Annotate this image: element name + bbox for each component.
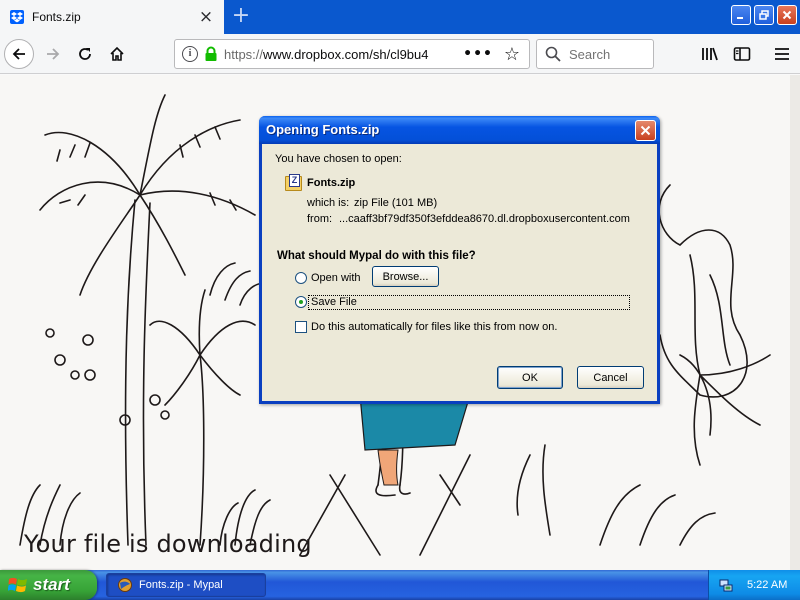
ok-button[interactable]: OK (497, 366, 563, 389)
hamburger-menu-icon (775, 48, 789, 60)
tab-title: Fonts.zip (32, 10, 81, 24)
library-icon (702, 47, 718, 61)
dialog-intro: You have chosen to open: (275, 153, 402, 165)
taskbar-item-label: Fonts.zip - Mypal (139, 579, 223, 591)
library-button[interactable] (700, 44, 720, 64)
forward-button[interactable] (38, 39, 68, 69)
cancel-button[interactable]: Cancel (577, 366, 644, 389)
save-file-label[interactable]: Save File (308, 295, 630, 310)
taskbar: start Fonts.zip - Mypal 5:22 AM (0, 570, 800, 600)
mypal-icon (118, 578, 132, 592)
open-with-radio[interactable] (295, 272, 307, 284)
lock-icon[interactable] (204, 46, 218, 62)
back-arrow-icon (12, 48, 25, 60)
auto-action-label[interactable]: Do this automatically for files like thi… (311, 321, 557, 333)
close-window-button[interactable] (777, 5, 797, 25)
sidebar-button[interactable] (732, 44, 752, 64)
search-icon (545, 46, 561, 62)
home-button[interactable] (102, 39, 132, 69)
menu-button[interactable] (772, 44, 792, 64)
url-bar[interactable]: i https://www.dropbox.com/sh/cl9bu4 ••• … (174, 39, 530, 69)
browse-button[interactable]: Browse... (372, 266, 439, 287)
which-is-label: which is: (307, 197, 350, 209)
home-icon (110, 46, 124, 61)
url-text[interactable]: https://www.dropbox.com/sh/cl9bu4 (224, 47, 464, 62)
tab-fonts-zip[interactable]: Fonts.zip × (0, 0, 224, 34)
dialog-close-button[interactable] (635, 120, 656, 141)
download-heading: Your file is downloading (24, 530, 312, 558)
dialog-titlebar[interactable]: Opening Fonts.zip (259, 116, 660, 144)
start-button[interactable]: start (0, 570, 97, 600)
windows-logo-icon (8, 577, 27, 593)
site-info-icon[interactable]: i (182, 46, 198, 62)
new-tab-button[interactable]: + (228, 4, 254, 30)
start-label: start (33, 575, 70, 594)
auto-action-checkbox[interactable] (295, 321, 307, 333)
save-file-radio[interactable] (295, 296, 307, 308)
from-label: from: (307, 213, 333, 225)
url-host-path: www.dropbox.com/sh/cl9bu4 (263, 46, 429, 62)
from-value: ...caaff3bf79df350f3efddea8670.dl.dropbo… (339, 213, 630, 225)
sidebar-icon (733, 47, 751, 61)
close-icon (640, 125, 651, 136)
open-with-label[interactable]: Open with (311, 272, 361, 284)
tab-close-icon[interactable]: × (198, 9, 214, 26)
dialog-title: Opening Fonts.zip (266, 122, 380, 137)
taskbar-clock: 5:22 AM (747, 579, 788, 591)
dialog-body: You have chosen to open: Z Fonts.zip whi… (262, 144, 657, 401)
reload-icon (79, 48, 91, 60)
download-dialog: Opening Fonts.zip You have chosen to ope… (259, 116, 660, 404)
dialog-question: What should Mypal do with this file? (277, 250, 476, 262)
bookmark-star-icon[interactable]: ☆ (504, 44, 520, 65)
zip-file-icon: Z (285, 174, 302, 191)
taskbar-item-mypal[interactable]: Fonts.zip - Mypal (106, 573, 266, 597)
search-placeholder: Search (569, 46, 611, 62)
network-icon[interactable] (719, 578, 733, 592)
system-tray: 5:22 AM (708, 570, 800, 600)
minimize-button[interactable] (731, 5, 751, 25)
restore-button[interactable] (754, 5, 774, 25)
navigation-toolbar: i https://www.dropbox.com/sh/cl9bu4 ••• … (0, 34, 800, 74)
window-controls (731, 5, 797, 25)
dropbox-icon (10, 10, 24, 24)
which-is-value: zip File (101 MB) (354, 197, 438, 209)
tab-strip: Fonts.zip × + (0, 0, 800, 34)
page-scrollbar[interactable] (790, 75, 800, 570)
url-scheme: https:// (224, 46, 264, 62)
reload-button[interactable] (70, 39, 100, 69)
forward-arrow-icon (47, 48, 60, 60)
search-bar[interactable]: Search (536, 39, 654, 69)
page-actions-icon[interactable]: ••• (463, 46, 493, 62)
file-name: Fonts.zip (307, 177, 356, 189)
back-button[interactable] (4, 39, 34, 69)
